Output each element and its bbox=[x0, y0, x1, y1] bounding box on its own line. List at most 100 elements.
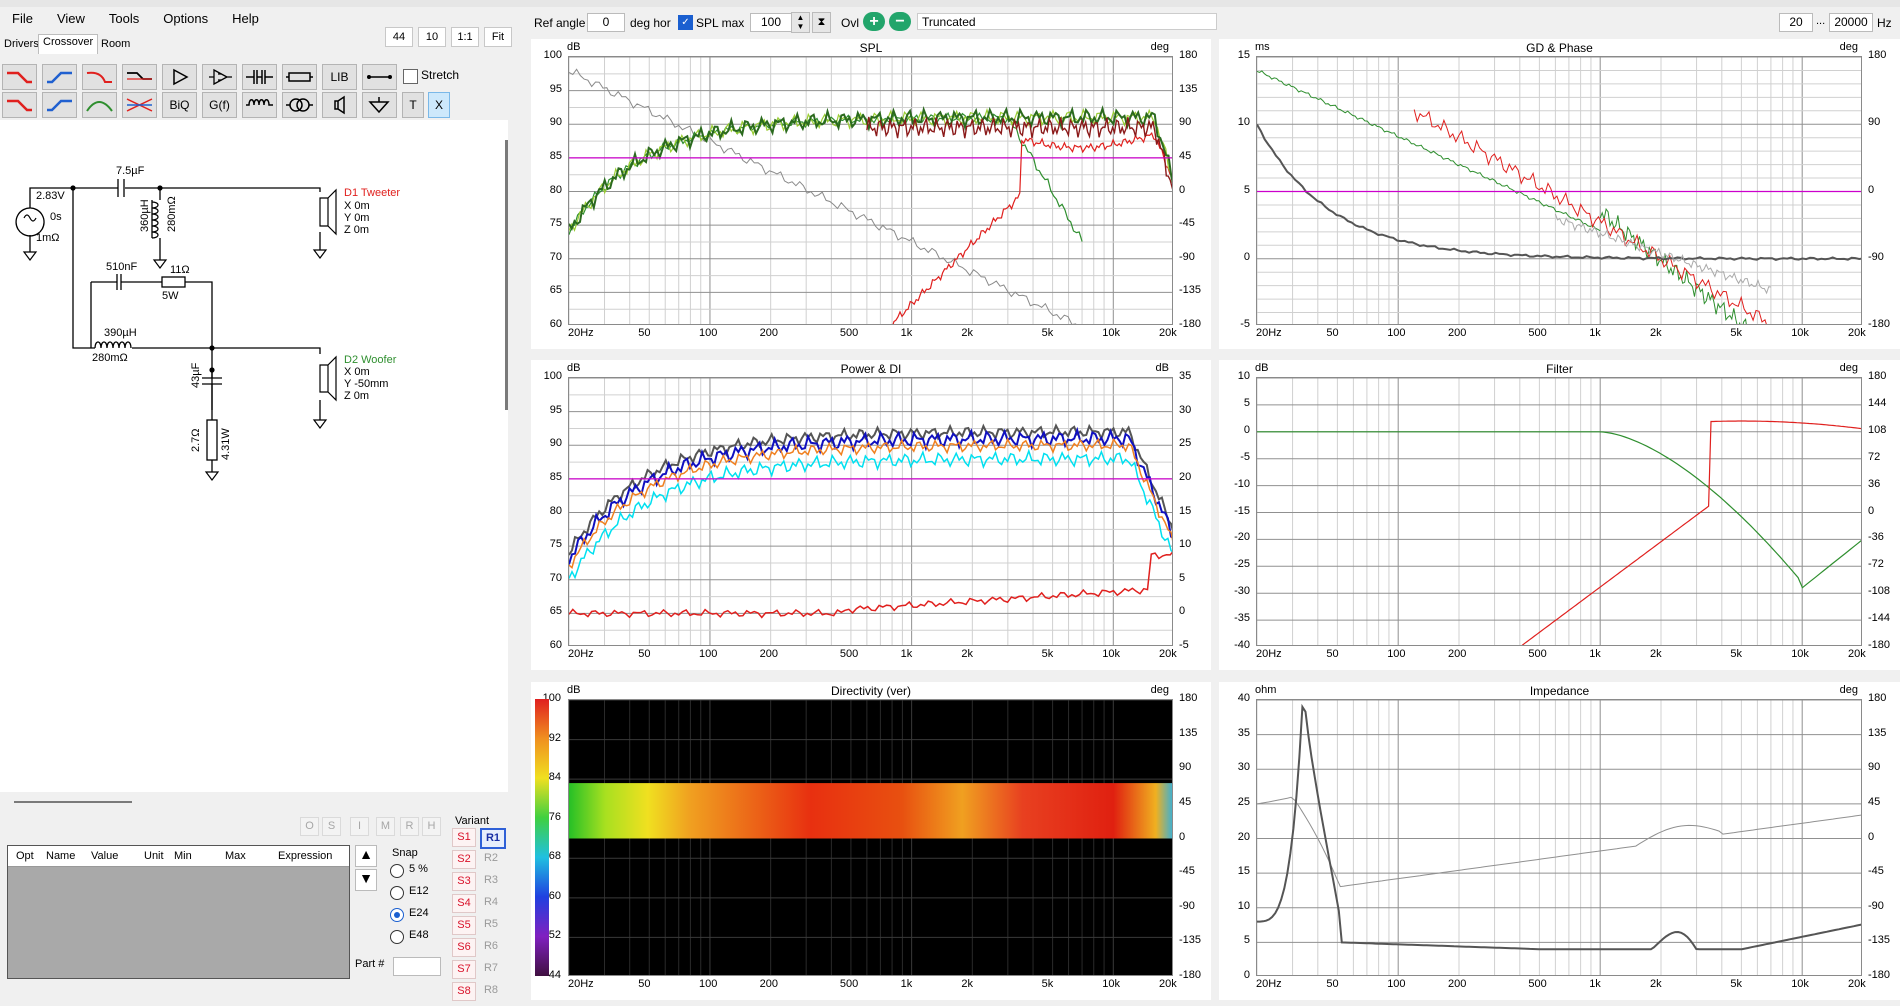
part-number-input[interactable] bbox=[393, 957, 441, 976]
highpass-blue-button[interactable] bbox=[42, 64, 77, 90]
spl-max-checkbox[interactable]: ✓ bbox=[678, 15, 693, 30]
r-button[interactable]: R bbox=[400, 817, 419, 836]
power-freq-tick: 2k bbox=[961, 648, 973, 660]
overlay-remove-button[interactable]: − bbox=[889, 12, 911, 31]
i-button[interactable]: I bbox=[350, 817, 369, 836]
parameter-table[interactable]: Opt Name Value Unit Min Max Expression bbox=[7, 845, 350, 979]
m-button[interactable]: M bbox=[376, 817, 395, 836]
variant-s1-button[interactable]: S1 bbox=[452, 828, 476, 847]
highpass-blue-2-button[interactable] bbox=[42, 92, 77, 118]
menu-options[interactable]: Options bbox=[151, 8, 220, 30]
stretch-checkbox[interactable] bbox=[403, 69, 418, 84]
wire-button[interactable] bbox=[362, 64, 397, 90]
buffer-button[interactable] bbox=[202, 64, 237, 90]
move-down-button[interactable]: ▼ bbox=[355, 869, 377, 891]
snap-e48-radio[interactable] bbox=[390, 930, 404, 944]
ground-button[interactable] bbox=[362, 92, 397, 118]
variant-s2-button[interactable]: S2 bbox=[452, 850, 476, 869]
gd-phase-panel[interactable]: GD & Phase ms deg 15 10 5 0 -5 180 90 0 -90 -180 20Hz… bbox=[1219, 39, 1900, 349]
impedance-panel[interactable]: Impedance ohm deg 40 35 30 25 20 15 10 5 0 180 135 90 4… bbox=[1219, 682, 1900, 1000]
zoom-44-button[interactable]: 44 bbox=[385, 27, 413, 47]
variant-s4-button[interactable]: S4 bbox=[452, 894, 476, 913]
spl-right-tick: 135 bbox=[1179, 82, 1198, 95]
dir-plot-area[interactable] bbox=[568, 699, 1173, 976]
freq-min-input[interactable]: 20 bbox=[1779, 13, 1813, 32]
capacitor-pair-button[interactable] bbox=[242, 64, 277, 90]
zoom-fit-button[interactable]: Fit bbox=[484, 27, 512, 47]
bandpass-green-button[interactable] bbox=[82, 92, 117, 118]
gd-right-tick: 90 bbox=[1868, 116, 1881, 129]
variant-r2-button[interactable]: R2 bbox=[480, 850, 502, 867]
o-button[interactable]: O bbox=[300, 817, 319, 836]
dir-freq-tick: 100 bbox=[698, 978, 718, 990]
biquad-button[interactable]: BiQ bbox=[162, 92, 197, 118]
filter-plot-area[interactable] bbox=[1256, 377, 1862, 646]
variant-s3-button[interactable]: S3 bbox=[452, 872, 476, 891]
tab-room[interactable]: Room bbox=[97, 37, 134, 51]
imp-plot-area[interactable] bbox=[1256, 699, 1862, 976]
zoom-10-button[interactable]: 10 bbox=[418, 27, 446, 47]
amplifier-button[interactable] bbox=[162, 64, 197, 90]
variant-r6-button[interactable]: R6 bbox=[480, 938, 502, 955]
checkmark-icon: ✓ bbox=[681, 17, 690, 28]
schematic-scrollbar[interactable] bbox=[505, 140, 508, 410]
schematic-canvas[interactable]: 2.83V 0s 1mΩ 7.5µF 360µH 280mΩ D1 Tweete… bbox=[0, 120, 508, 792]
variant-r4-button[interactable]: R4 bbox=[480, 894, 502, 911]
gd-plot-area[interactable] bbox=[1256, 56, 1862, 325]
menu-file[interactable]: File bbox=[0, 8, 45, 30]
variant-s8-button[interactable]: S8 bbox=[452, 982, 476, 1001]
variant-s5-button[interactable]: S5 bbox=[452, 916, 476, 935]
tab-crossover[interactable]: Crossover bbox=[38, 34, 99, 54]
zoom-1to1-button[interactable]: 1:1 bbox=[451, 27, 479, 47]
power-di-panel[interactable]: Power & DI dB dB 100 95 90 85 80 75 70 65 60 35 30 25 2… bbox=[531, 360, 1211, 670]
overlay-name-input[interactable]: Truncated bbox=[917, 13, 1217, 30]
tab-drivers[interactable]: Drivers bbox=[0, 37, 43, 51]
directivity-panel[interactable]: Directivity (ver) dB deg 100 92 84 76 68 60 52 44 1… bbox=[531, 682, 1211, 1000]
s-button[interactable]: S bbox=[322, 817, 341, 836]
variant-r7-button[interactable]: R7 bbox=[480, 960, 502, 977]
transfer-function-button[interactable]: G(f) bbox=[202, 92, 237, 118]
lowpass-curve-button[interactable] bbox=[82, 64, 117, 90]
menu-tools[interactable]: Tools bbox=[97, 8, 151, 30]
freq-max-input[interactable]: 20000 bbox=[1829, 13, 1873, 32]
variant-s7-button[interactable]: S7 bbox=[452, 960, 476, 979]
dir-right-unit: deg bbox=[1150, 684, 1169, 696]
variant-r8-button[interactable]: R8 bbox=[480, 982, 502, 999]
ref-angle-input[interactable]: 0 bbox=[587, 13, 625, 32]
variant-r1-button[interactable]: R1 bbox=[480, 828, 506, 849]
menu-view[interactable]: View bbox=[45, 8, 97, 30]
filter-right-tick: 36 bbox=[1868, 477, 1881, 490]
autoscale-button[interactable]: ⧗ bbox=[812, 12, 831, 33]
gd-green-tail bbox=[1599, 207, 1747, 324]
shelf-button[interactable] bbox=[122, 64, 157, 90]
speaker-button[interactable] bbox=[322, 92, 357, 118]
snap-e12-radio[interactable] bbox=[390, 886, 404, 900]
variant-r3-button[interactable]: R3 bbox=[480, 872, 502, 889]
power-plot-area[interactable] bbox=[568, 377, 1173, 646]
resistor-button[interactable] bbox=[282, 64, 317, 90]
library-button[interactable]: LIB bbox=[322, 64, 357, 90]
delete-tool-button[interactable]: X bbox=[428, 92, 450, 118]
spl-plot-area[interactable] bbox=[568, 56, 1173, 325]
plus-icon: + bbox=[869, 13, 879, 30]
spl-max-spinner[interactable]: ▲ ▼ bbox=[791, 12, 810, 33]
h-button[interactable]: H bbox=[422, 817, 441, 836]
filter-panel[interactable]: Filter dB deg 10 5 0 -5 -10 -15 -20 -25 -30 -35 -40 18… bbox=[1219, 360, 1900, 670]
variant-s6-button[interactable]: S6 bbox=[452, 938, 476, 957]
overlay-add-button[interactable]: + bbox=[863, 12, 885, 31]
lowpass-red-2-button[interactable] bbox=[2, 92, 37, 118]
transformer-button[interactable] bbox=[282, 92, 317, 118]
spl-panel[interactable]: SPL dB deg 100 95 90 85 80 75 70 65 60 180 135 90 45 0 -4… bbox=[531, 39, 1211, 349]
snap-5pct-radio[interactable] bbox=[390, 864, 404, 878]
notch-button[interactable] bbox=[122, 92, 157, 118]
schematic-hscrollbar[interactable] bbox=[14, 801, 132, 803]
dir-right-tick: -180 bbox=[1179, 969, 1202, 981]
inductor-button[interactable] bbox=[242, 92, 277, 118]
text-tool-button[interactable]: T bbox=[402, 92, 424, 118]
snap-e24-radio[interactable] bbox=[390, 908, 404, 922]
move-up-button[interactable]: ▲ bbox=[355, 845, 377, 867]
spl-max-input[interactable]: 100 bbox=[750, 13, 792, 32]
lowpass-red-button[interactable] bbox=[2, 64, 37, 90]
variant-r5-button[interactable]: R5 bbox=[480, 916, 502, 933]
menu-help[interactable]: Help bbox=[220, 8, 271, 30]
